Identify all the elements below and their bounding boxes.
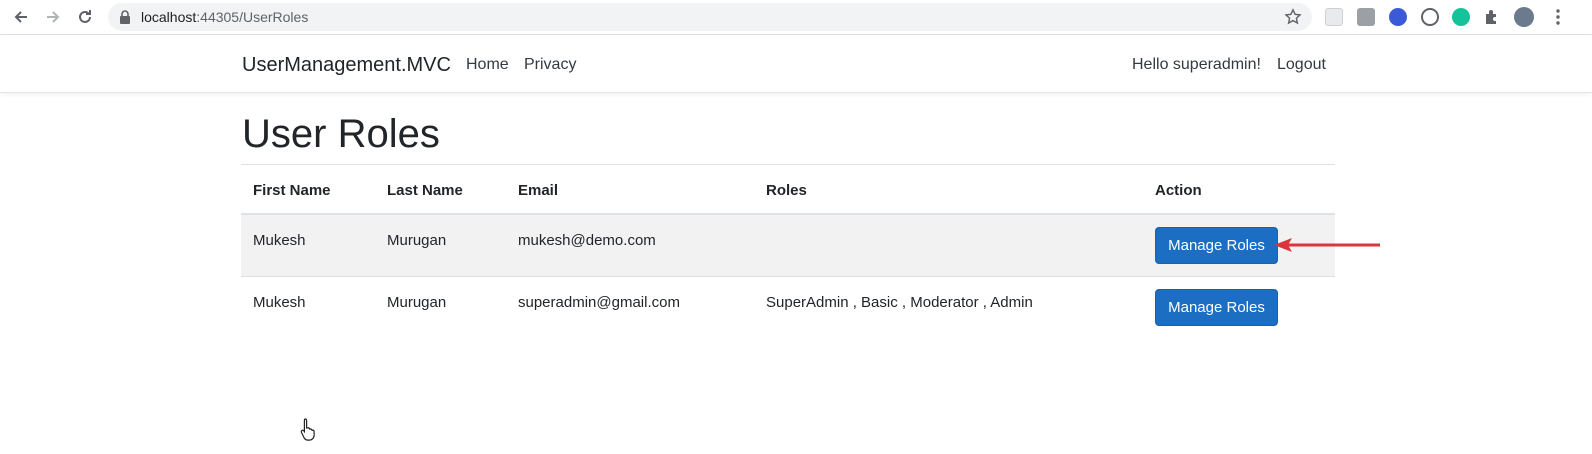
manage-roles-button[interactable]: Manage Roles xyxy=(1155,289,1278,326)
column-header-first-name: First Name xyxy=(253,182,331,199)
annotation-arrow-icon xyxy=(1274,238,1380,252)
user-roles-table: First Name Last Name Email Roles Action … xyxy=(241,164,1335,339)
nav-link-privacy[interactable]: Privacy xyxy=(524,56,576,74)
extension-icon[interactable] xyxy=(1325,8,1343,26)
address-bar[interactable]: localhost:44305/UserRoles xyxy=(108,3,1312,31)
table-header: First Name Last Name Email Roles Action xyxy=(241,165,1335,215)
star-icon[interactable] xyxy=(1284,8,1302,26)
hand-cursor-icon xyxy=(300,418,315,441)
table-row: Mukesh Murugan superadmin@gmail.com Supe… xyxy=(241,277,1335,339)
cell-last-name: Murugan xyxy=(387,232,447,249)
extension-icon[interactable] xyxy=(1421,8,1439,26)
app-navbar: UserManagement.MVC Home Privacy Hello su… xyxy=(0,35,1592,93)
cell-email: superadmin@gmail.com xyxy=(518,294,680,311)
forward-icon[interactable] xyxy=(42,6,64,28)
nav-link-home[interactable]: Home xyxy=(466,56,509,74)
user-greeting[interactable]: Hello superadmin! xyxy=(1132,56,1261,74)
table-row: Mukesh Murugan mukesh@demo.com Manage Ro… xyxy=(241,215,1335,277)
cell-roles: SuperAdmin , Basic , Moderator , Admin xyxy=(766,294,1033,311)
profile-avatar[interactable] xyxy=(1514,7,1534,27)
lock-icon[interactable] xyxy=(118,9,132,25)
grammarly-icon[interactable] xyxy=(1452,8,1470,26)
cell-first-name: Mukesh xyxy=(253,232,306,249)
browser-toolbar: localhost:44305/UserRoles xyxy=(0,0,1592,35)
column-header-last-name: Last Name xyxy=(387,182,463,199)
page-title: User Roles xyxy=(242,112,440,156)
puzzle-icon[interactable] xyxy=(1483,8,1501,26)
extension-icon[interactable] xyxy=(1357,8,1375,26)
cell-first-name: Mukesh xyxy=(253,294,306,311)
extension-icon[interactable] xyxy=(1389,8,1407,26)
cell-email: mukesh@demo.com xyxy=(518,232,656,249)
logout-button[interactable]: Logout xyxy=(1277,56,1326,74)
brand-link[interactable]: UserManagement.MVC xyxy=(242,54,451,77)
column-header-action: Action xyxy=(1155,182,1202,199)
column-header-email: Email xyxy=(518,182,559,199)
column-header-roles: Roles xyxy=(766,182,807,199)
cell-last-name: Murugan xyxy=(387,294,447,311)
url-text[interactable]: localhost:44305/UserRoles xyxy=(141,9,308,25)
menu-icon[interactable] xyxy=(1552,8,1564,26)
back-icon[interactable] xyxy=(10,6,32,28)
reload-icon[interactable] xyxy=(74,6,96,28)
manage-roles-button[interactable]: Manage Roles xyxy=(1155,227,1278,264)
